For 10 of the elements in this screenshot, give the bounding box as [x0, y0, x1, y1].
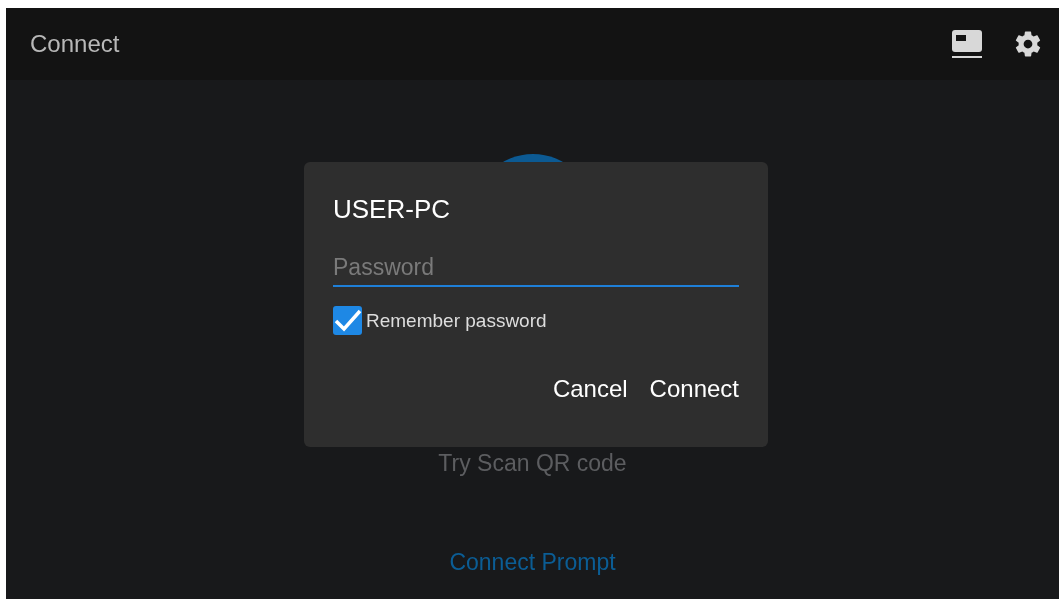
- app-title: Connect: [30, 30, 120, 58]
- dialog-title: USER-PC: [333, 193, 451, 226]
- dialog-button[interactable]: Connect: [649, 375, 739, 403]
- settings-icon[interactable]: [1013, 29, 1043, 59]
- password-field[interactable]: Password: [333, 252, 739, 287]
- dialog-button[interactable]: Cancel: [552, 375, 628, 403]
- hint-text: Try Scan QR code: [438, 450, 627, 477]
- monitor-icon[interactable]: [951, 29, 983, 59]
- checkbox-label: Remember password: [366, 309, 547, 332]
- checkbox[interactable]: [333, 306, 362, 335]
